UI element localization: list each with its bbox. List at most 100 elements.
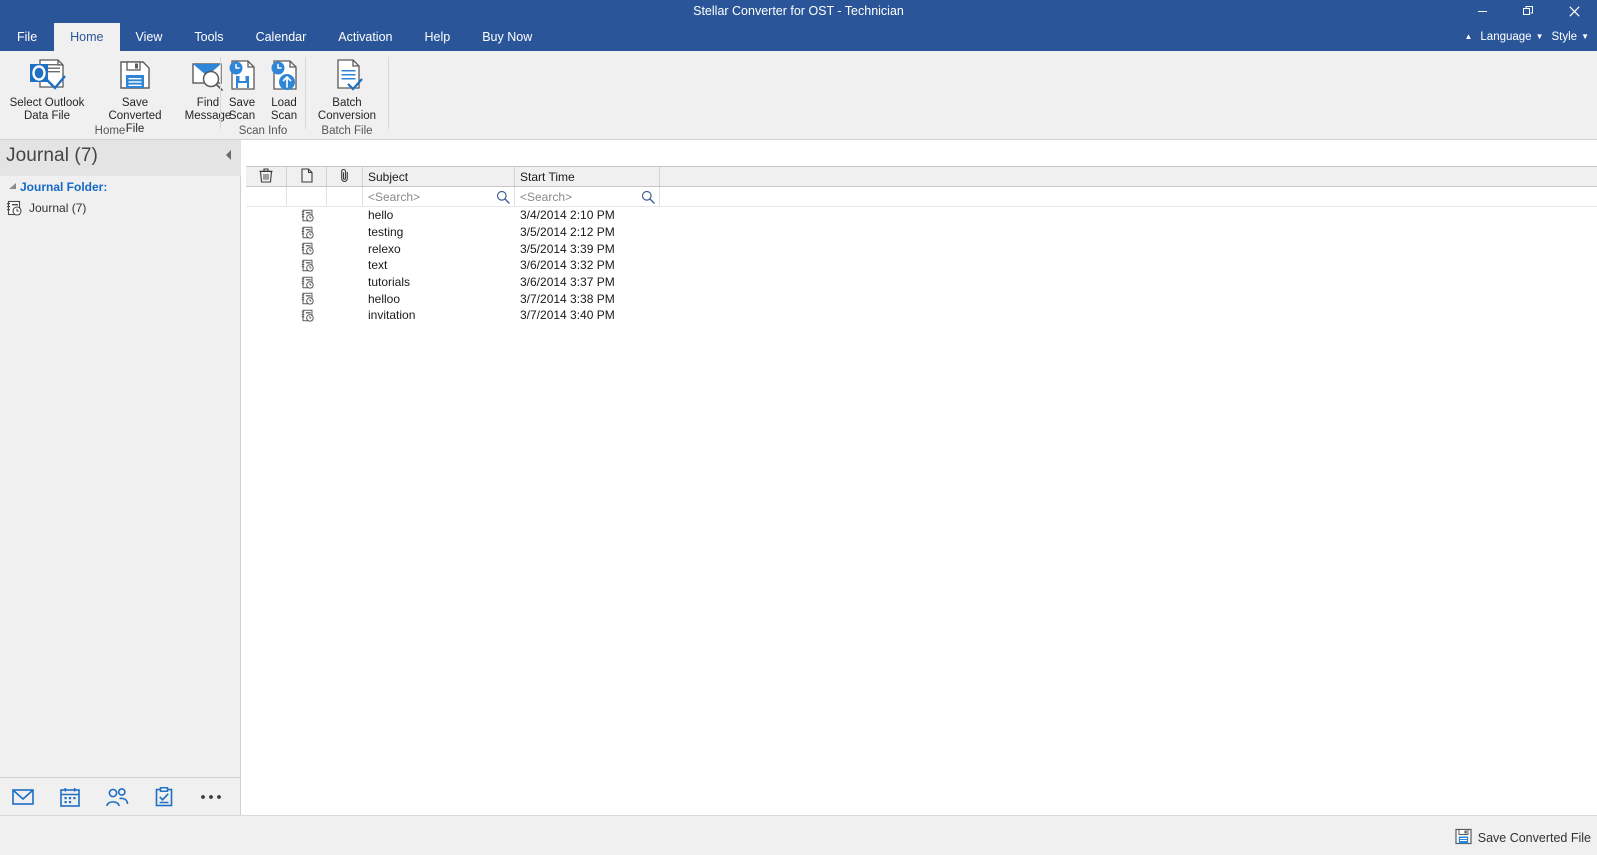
sidebar-title: Journal (7): [6, 145, 98, 166]
status-save-converted-file-action[interactable]: Save Converted File: [1455, 828, 1591, 848]
close-button[interactable]: [1551, 0, 1597, 23]
status-action-label: Save Converted File: [1477, 831, 1591, 845]
row-cell-delete[interactable]: [246, 290, 287, 307]
sidebar-folder-journal[interactable]: Journal Folder:: [0, 176, 241, 197]
chevron-down-icon: ▼: [1535, 32, 1544, 41]
save-scan-button[interactable]: Save Scan: [221, 51, 263, 123]
row-cell-start-time: 3/7/2014 3:38 PM: [520, 291, 615, 306]
journal-entry-icon: [287, 290, 327, 307]
row-cell-start-time: 3/7/2014 3:40 PM: [520, 308, 615, 323]
chevron-left-icon: [226, 150, 231, 160]
table-row[interactable]: relexo 3/5/2014 3:39 PM: [246, 240, 1597, 257]
journal-entry-icon: [287, 307, 327, 324]
load-scan-button[interactable]: Load Scan: [263, 51, 305, 123]
tab-view[interactable]: View: [120, 23, 179, 51]
table-row[interactable]: testing 3/5/2014 2:12 PM: [246, 224, 1597, 241]
ribbon-separator: [388, 57, 389, 129]
search-input-start-time-placeholder: <Search>: [520, 189, 573, 204]
sidebar-item-journal[interactable]: Journal (7): [0, 197, 241, 218]
tab-home[interactable]: Home: [54, 23, 120, 51]
row-cell-delete[interactable]: [246, 274, 287, 291]
row-cell-attachment: [327, 207, 363, 224]
row-cell-delete[interactable]: [246, 257, 287, 274]
sidebar-item-journal-label: Journal (7): [29, 200, 87, 215]
tab-tools[interactable]: Tools: [178, 23, 239, 51]
grid-header-row: Subject Start Time: [246, 166, 1597, 187]
table-row[interactable]: hello 3/4/2014 2:10 PM: [246, 207, 1597, 224]
row-cell-start-time: 3/6/2014 3:32 PM: [520, 258, 615, 273]
collapse-sidebar-button[interactable]: [223, 149, 235, 161]
filter-cell-attachment: [327, 187, 363, 206]
tab-buy-now[interactable]: Buy Now: [466, 23, 548, 51]
column-header-start-time[interactable]: Start Time: [515, 167, 660, 186]
ribbon-tabs: File Home View Tools Calendar Activation…: [0, 23, 548, 51]
window-title: Stellar Converter for OST - Technician: [693, 4, 904, 18]
row-cell-subject: testing: [368, 225, 404, 240]
select-outlook-data-file-button[interactable]: Select Outlook Data File: [0, 51, 94, 123]
people-icon[interactable]: [104, 784, 130, 810]
paperclip-icon: [340, 168, 350, 186]
batch-conversion-icon: [330, 55, 364, 95]
batch-conversion-button[interactable]: Batch Conversion: [307, 51, 387, 123]
search-input-start-time[interactable]: <Search>: [515, 187, 660, 206]
filter-cell-filler: [660, 187, 1597, 206]
row-cell-start-time: 3/6/2014 3:37 PM: [520, 275, 615, 290]
table-row[interactable]: tutorials 3/6/2014 3:37 PM: [246, 274, 1597, 291]
save-converted-file-icon: [118, 55, 152, 95]
table-row[interactable]: invitation 3/7/2014 3:40 PM: [246, 307, 1597, 324]
tab-file[interactable]: File: [0, 23, 54, 51]
row-cell-delete[interactable]: [246, 207, 287, 224]
style-menu[interactable]: Style ▼: [1550, 31, 1592, 43]
search-input-subject[interactable]: <Search>: [363, 187, 515, 206]
restore-button[interactable]: [1505, 0, 1551, 23]
application-window: Stellar Converter for OST - Technician F…: [0, 0, 1597, 855]
row-cell-subject: tutorials: [368, 275, 411, 290]
style-menu-label: Style: [1551, 31, 1578, 43]
ribbon-group-home: Select Outlook Data File Save Converted …: [0, 51, 231, 140]
column-header-attachment[interactable]: [327, 167, 363, 186]
collapse-ribbon-button[interactable]: ▲: [1462, 33, 1474, 41]
expander-triangle-icon[interactable]: [6, 182, 20, 191]
language-menu-label: Language: [1480, 31, 1532, 43]
column-header-delete[interactable]: [246, 167, 287, 186]
sidebar-folder-label: Journal Folder:: [20, 179, 108, 194]
language-menu[interactable]: Language ▼: [1478, 31, 1545, 43]
chevron-down-icon: ▼: [1581, 32, 1589, 41]
filter-cell-document: [287, 187, 327, 206]
more-icon[interactable]: [198, 784, 224, 810]
journal-entry-icon: [287, 274, 327, 291]
journal-entry-icon: [287, 240, 327, 257]
row-cell-delete[interactable]: [246, 224, 287, 241]
calendar-icon[interactable]: [57, 784, 83, 810]
tab-help[interactable]: Help: [409, 23, 467, 51]
row-cell-subject: relexo: [368, 241, 401, 256]
select-outlook-data-file-label: Select Outlook Data File: [9, 97, 85, 122]
load-scan-label: Load Scan: [270, 97, 298, 122]
search-icon[interactable]: [641, 190, 655, 204]
row-cell-start-time: 3/5/2014 3:39 PM: [520, 241, 615, 256]
save-scan-label: Save Scan: [228, 97, 256, 122]
tab-calendar[interactable]: Calendar: [240, 23, 323, 51]
column-header-subject[interactable]: Subject: [363, 167, 515, 186]
journal-entry-icon: [287, 224, 327, 241]
row-cell-delete[interactable]: [246, 307, 287, 324]
table-row[interactable]: helloo 3/7/2014 3:38 PM: [246, 290, 1597, 307]
filter-cell-delete: [246, 187, 287, 206]
row-cell-delete[interactable]: [246, 240, 287, 257]
select-outlook-data-file-icon: [27, 55, 67, 95]
tab-activation[interactable]: Activation: [322, 23, 408, 51]
ribbon-tab-strip: File Home View Tools Calendar Activation…: [0, 23, 1597, 51]
search-icon[interactable]: [496, 190, 510, 204]
minimize-button[interactable]: [1459, 0, 1505, 23]
row-cell-subject: text: [368, 258, 388, 273]
title-bar: Stellar Converter for OST - Technician: [0, 0, 1597, 23]
journal-icon: [6, 200, 22, 216]
journal-list-panel: Subject Start Time <Search> <Search> hel…: [246, 140, 1597, 815]
mail-icon[interactable]: [10, 784, 36, 810]
ribbon-right-controls: ▲ Language ▼ Style ▼: [1462, 23, 1591, 51]
table-row[interactable]: text 3/6/2014 3:32 PM: [246, 257, 1597, 274]
save-scan-icon: [226, 55, 258, 95]
row-cell-start-time: 3/5/2014 2:12 PM: [520, 225, 615, 240]
tasks-icon[interactable]: [151, 784, 177, 810]
column-header-document[interactable]: [287, 167, 327, 186]
